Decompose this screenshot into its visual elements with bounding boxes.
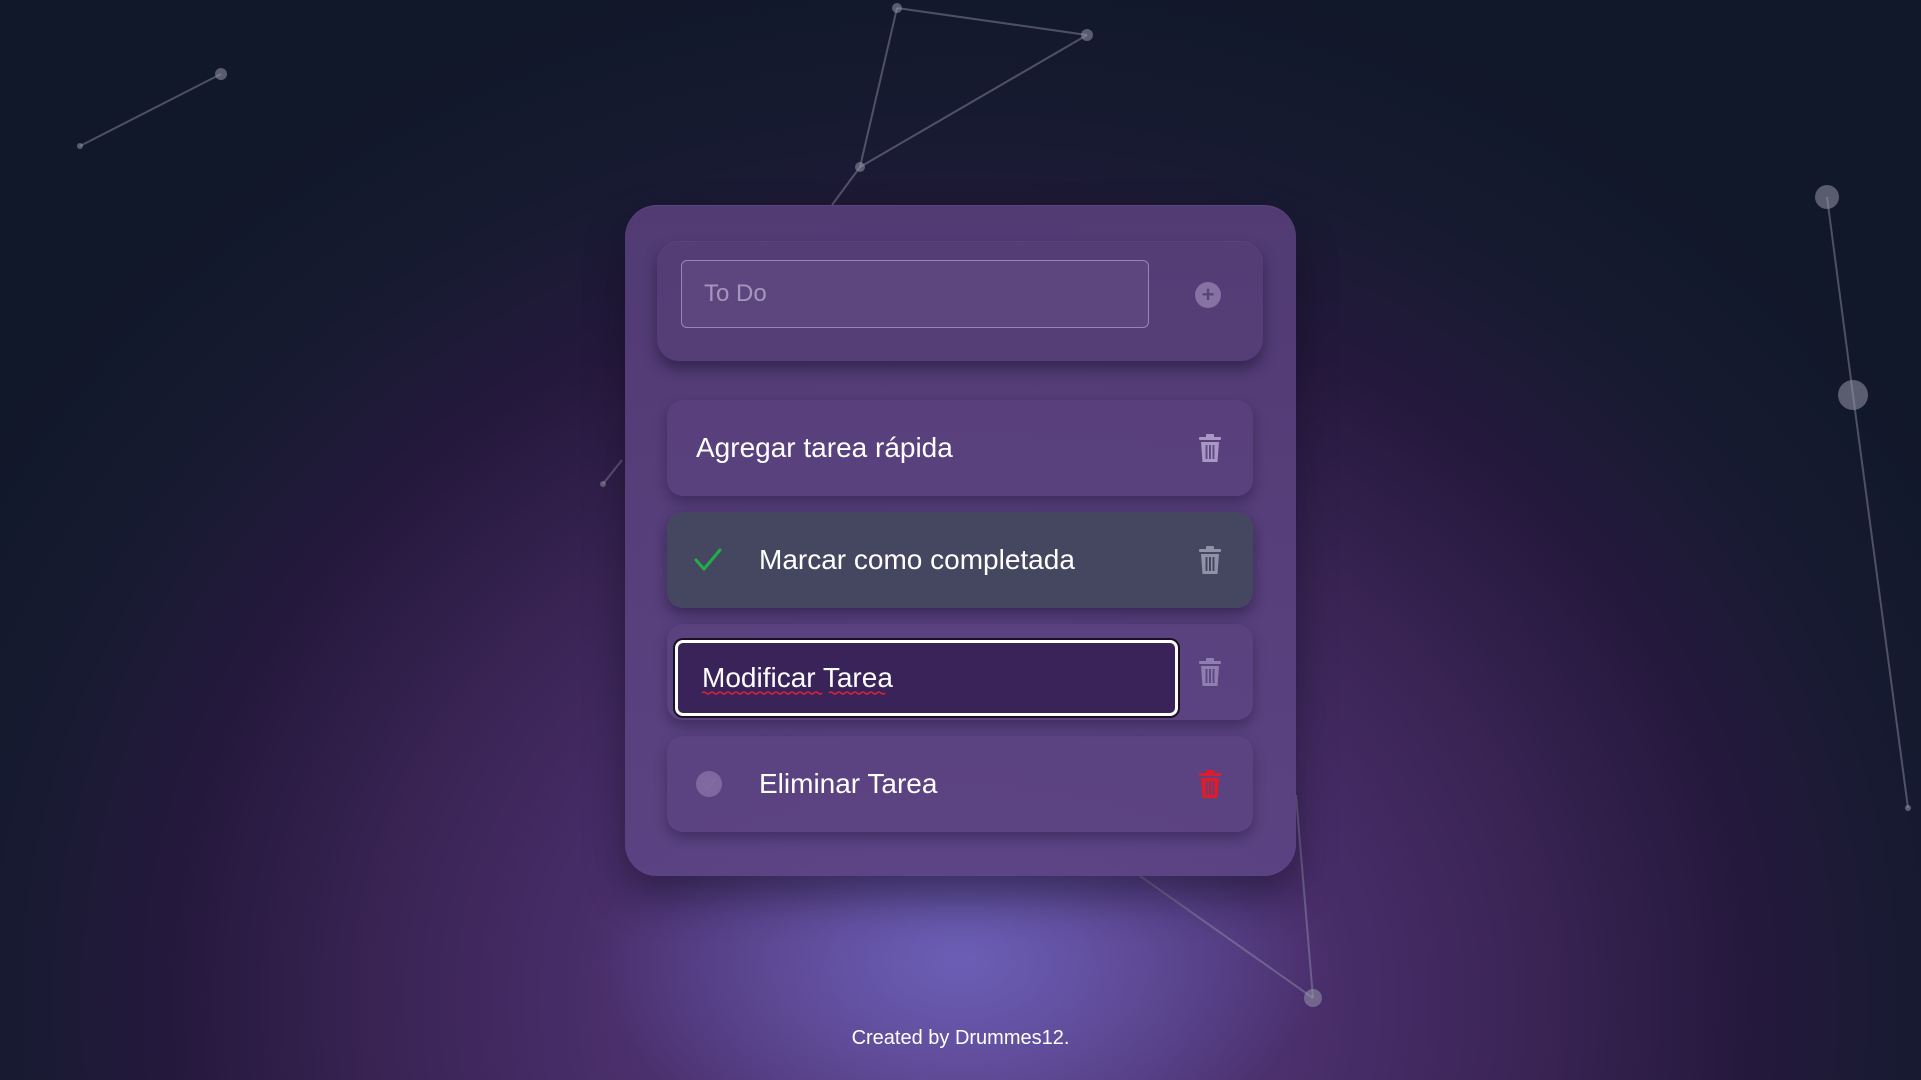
task-label: Eliminar Tarea xyxy=(759,768,938,799)
task-item-completed[interactable]: Marcar como completada xyxy=(667,512,1253,608)
checkmark-icon[interactable] xyxy=(693,545,723,575)
task-label: Agregar tarea rápida xyxy=(696,432,953,463)
task-item-editing[interactable] xyxy=(667,624,1253,720)
add-task-button[interactable]: + xyxy=(1195,282,1221,308)
trash-icon[interactable] xyxy=(1198,433,1222,463)
new-task-input[interactable] xyxy=(681,260,1149,328)
task-item[interactable]: Agregar tarea rápida xyxy=(667,400,1253,496)
trash-icon[interactable] xyxy=(1198,545,1222,575)
footer-credit: Created by Drummes12. xyxy=(851,1027,1070,1049)
edit-task-input[interactable] xyxy=(675,640,1178,716)
check-circle-icon[interactable] xyxy=(696,771,722,797)
task-item[interactable]: Eliminar Tarea xyxy=(667,736,1253,832)
task-label: Marcar como completada xyxy=(759,544,1075,575)
trash-icon-delete[interactable] xyxy=(1198,769,1222,799)
trash-icon[interactable] xyxy=(1198,657,1222,687)
todo-card: + Agregar tarea rápida Marcar como compl… xyxy=(625,205,1296,876)
plus-circle-icon: + xyxy=(1201,282,1215,307)
